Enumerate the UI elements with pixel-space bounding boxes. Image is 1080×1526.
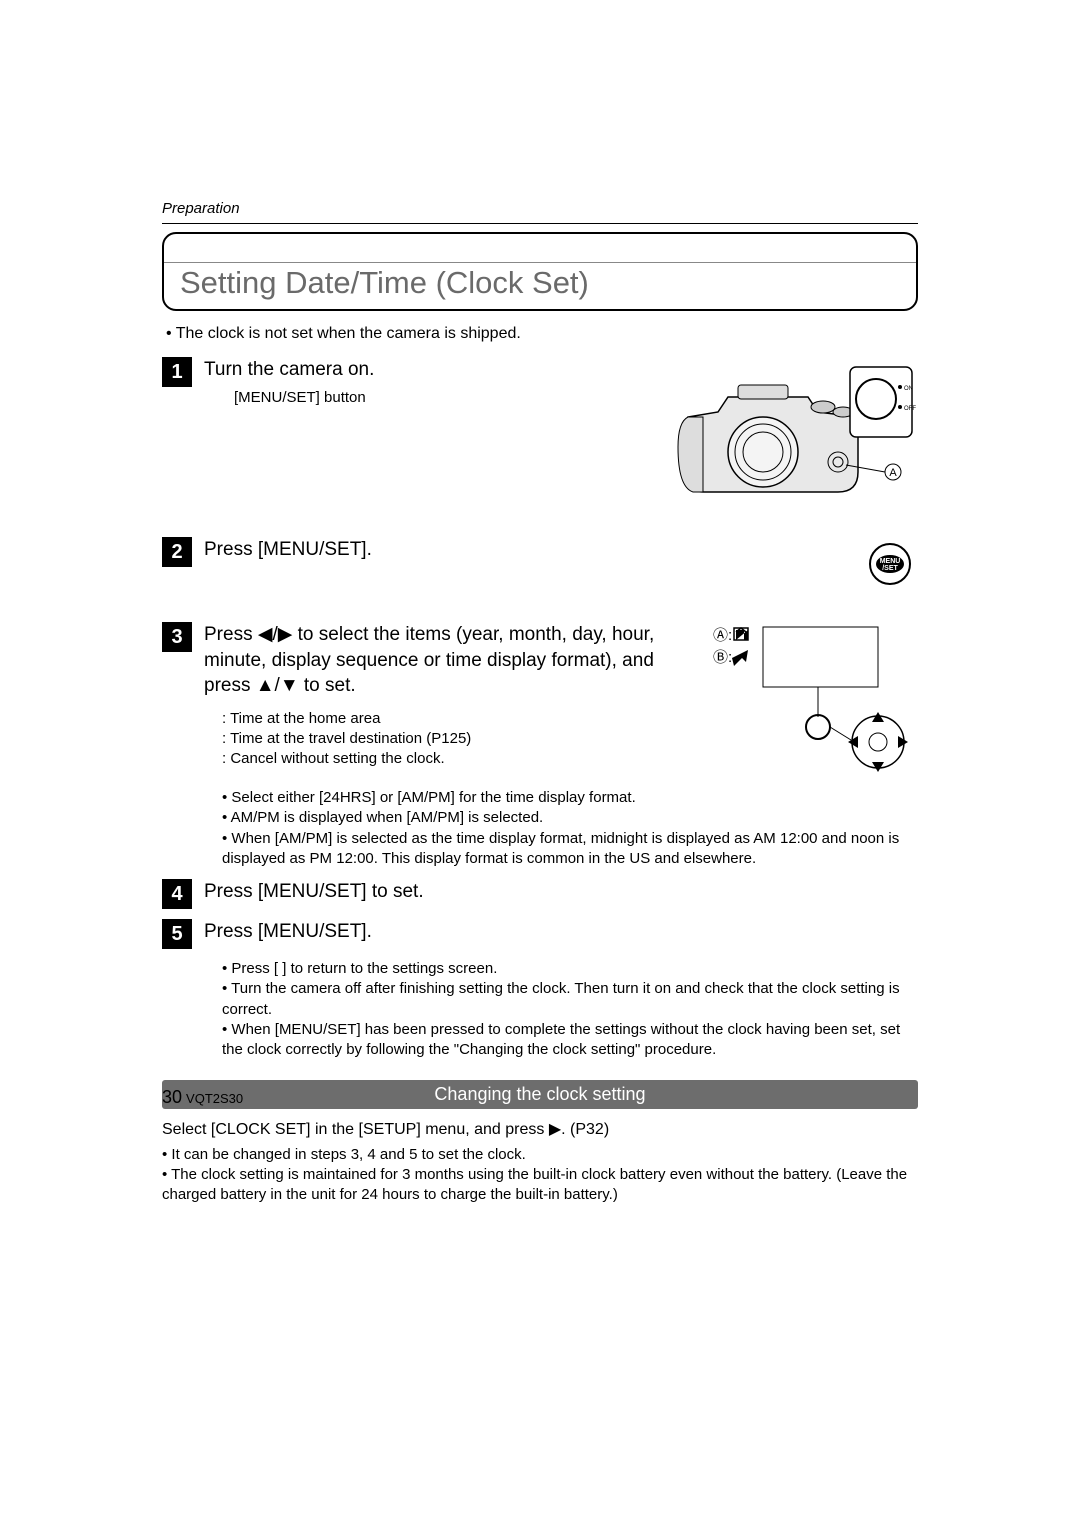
step-5-bullets: • Press [ ] to return to the settings sc… [222,959,918,1060]
svg-text:OFF: OFF [904,406,916,412]
page-title: Setting Date/Time (Clock Set) [164,262,916,309]
footer-line: Select [CLOCK SET] in the [SETUP] menu, … [162,1119,918,1141]
step-1: 1 Turn the camera on. [MENU/SET] button [162,357,648,406]
step-5-title: Press [MENU/SET]. [204,919,918,945]
svg-text:Ⓑ:: Ⓑ: [713,649,732,666]
step-5: 5 Press [MENU/SET]. [162,919,918,949]
clock-set-diagram: Ⓐ: Ⓑ: [708,622,918,782]
footer-bullets: • It can be changed in steps 3, 4 and 5 … [162,1145,918,1206]
step-1-sub: [MENU/SET] button [234,389,648,406]
svg-text:Ⓐ:: Ⓐ: [713,627,732,644]
title-box: Setting Date/Time (Clock Set) [162,232,918,311]
step-number-4: 4 [162,879,192,909]
step-3: 3 Press ◀/▶ to select the items (year, m… [162,622,688,699]
step-3-title: Press ◀/▶ to select the items (year, mon… [204,622,688,699]
subsection-header: Changing the clock setting [162,1080,918,1109]
menu-set-icon: MENU /SET [863,537,918,592]
step-3-bullets: • Select either [24HRS] or [AM/PM] for t… [222,788,918,869]
step-number-2: 2 [162,537,192,567]
divider [162,223,918,224]
section-label: Preparation [162,200,918,217]
svg-text:MENU: MENU [880,558,901,565]
intro-note: • The clock is not set when the camera i… [166,325,918,343]
step-4: 4 Press [MENU/SET] to set. [162,879,918,909]
step-number-1: 1 [162,357,192,387]
svg-text:/SET: /SET [882,565,898,572]
step-3-notes: : Time at the home area : Time at the tr… [222,709,688,770]
step-1-title: Turn the camera on. [204,357,648,383]
step-2: 2 Press [MENU/SET]. [162,537,843,567]
step-number-3: 3 [162,622,192,652]
svg-text:ON: ON [904,386,913,392]
camera-diagram: ON OFF A [668,357,918,507]
svg-text:A: A [889,467,897,479]
page-number: 30VQT2S30 [162,1087,243,1108]
step-2-title: Press [MENU/SET]. [204,537,843,563]
step-4-title: Press [MENU/SET] to set. [204,879,918,905]
step-number-5: 5 [162,919,192,949]
